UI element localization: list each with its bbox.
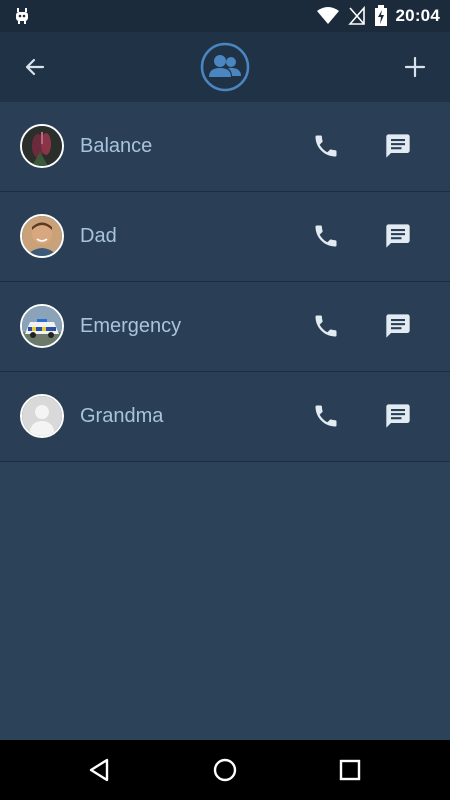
back-button[interactable] xyxy=(20,52,50,82)
contact-name: Emergency xyxy=(80,315,182,337)
avatar xyxy=(20,394,64,438)
contacts-group-icon xyxy=(200,42,250,92)
no-signal-icon xyxy=(347,6,365,25)
status-time: 20:04 xyxy=(395,6,440,25)
message-icon[interactable] xyxy=(384,312,412,340)
battery-charging-icon xyxy=(374,5,387,26)
contact-name: Dad xyxy=(80,225,117,247)
message-icon[interactable] xyxy=(384,402,412,430)
android-debug-icon xyxy=(16,8,28,24)
status-bar: 20:04 xyxy=(0,0,450,32)
plus-icon xyxy=(404,56,426,78)
phone-icon[interactable] xyxy=(312,402,340,430)
phone-icon[interactable] xyxy=(312,132,340,160)
contact-name: Balance xyxy=(80,135,153,157)
wifi-icon xyxy=(316,7,339,24)
avatar xyxy=(20,304,64,348)
contact-name: Grandma xyxy=(80,405,164,427)
message-icon[interactable] xyxy=(384,222,412,250)
contact-list: Balance Dad Emergency Grandma xyxy=(0,102,450,462)
phone-icon[interactable] xyxy=(312,312,340,340)
phone-icon[interactable] xyxy=(312,222,340,250)
arrow-left-icon xyxy=(25,58,45,76)
contact-row-emergency[interactable]: Emergency xyxy=(0,282,450,372)
nav-home-icon[interactable] xyxy=(210,755,240,785)
avatar xyxy=(20,124,64,168)
add-contact-button[interactable] xyxy=(400,52,430,82)
app-bar xyxy=(0,32,450,102)
avatar xyxy=(20,214,64,258)
contact-row-dad[interactable]: Dad xyxy=(0,192,450,282)
message-icon[interactable] xyxy=(384,132,412,160)
contact-row-grandma[interactable]: Grandma xyxy=(0,372,450,462)
nav-back-icon[interactable] xyxy=(85,755,115,785)
nav-recents-icon[interactable] xyxy=(335,755,365,785)
contact-row-balance[interactable]: Balance xyxy=(0,102,450,192)
navigation-bar xyxy=(0,740,450,800)
